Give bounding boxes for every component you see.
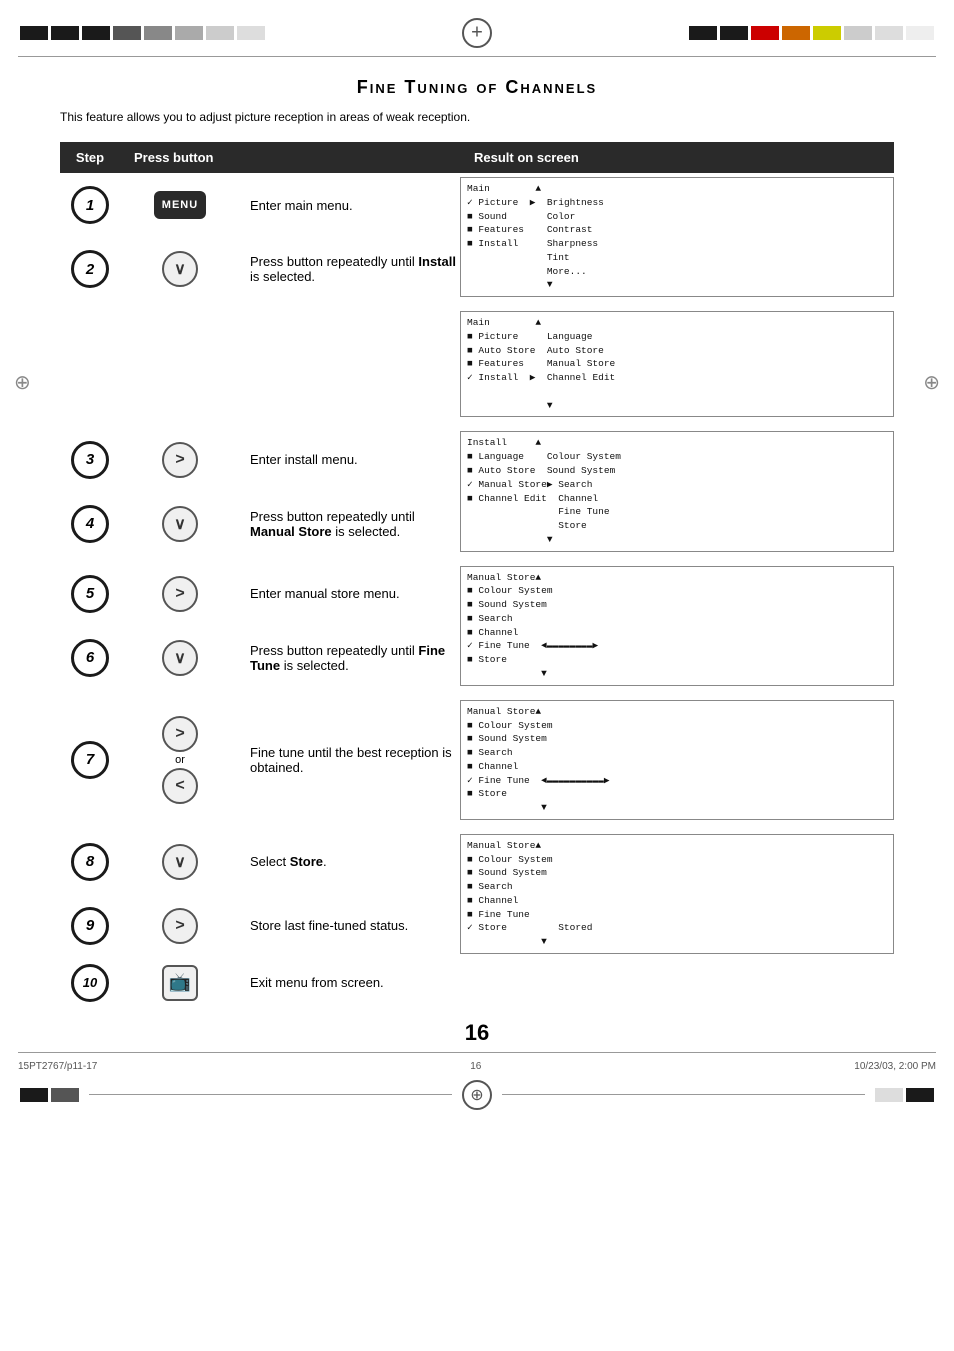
bottom-crosshair-icon: ⊕ (462, 1080, 492, 1110)
step-button-6: ∨ (120, 626, 240, 690)
step-desc-4: Press button repeatedly until Manual Sto… (240, 492, 460, 556)
footer-right: 10/23/03, 2:00 PM (854, 1061, 936, 1072)
right-button-5[interactable]: > (162, 576, 198, 612)
step-desc-3: Enter install menu. (240, 427, 460, 491)
step-button-8: ∨ (120, 830, 240, 894)
page-number: 16 (60, 1020, 894, 1046)
screen-display-3: Install ▲ ■ Language Colour System ■ Aut… (460, 431, 894, 551)
table-row: 8 ∨ Select Store. Manual Store▲ ■ Colour… (60, 830, 894, 894)
screen-5: Manual Store▲ ■ Colour System ■ Sound Sy… (460, 562, 894, 690)
step-button-1: MENU (120, 173, 240, 237)
step-desc-6: Press button repeatedly until Fine Tune … (240, 626, 460, 690)
instruction-table: Step Press button Result on screen 1 MEN… (60, 142, 894, 1002)
right-bars (689, 26, 934, 40)
screen-1: Main ▲ ✓ Picture ▶ Brightness ■ Sound Co… (460, 173, 894, 301)
down-button-8[interactable]: ∨ (162, 844, 198, 880)
left-button-7[interactable]: < (162, 768, 198, 804)
step-circle-2: 2 (71, 250, 109, 288)
right-button-7[interactable]: > (162, 716, 198, 752)
step-desc-10: Exit menu from screen. (240, 964, 460, 1002)
footer-left: 15PT2767/p11-17 (18, 1061, 97, 1072)
menu-button[interactable]: MENU (154, 191, 206, 219)
table-header: Step Press button Result on screen (60, 142, 894, 173)
screen-display-5: Manual Store▲ ■ Colour System ■ Sound Sy… (460, 566, 894, 686)
step-circle-7: 7 (71, 741, 109, 779)
step-circle-9: 9 (71, 907, 109, 945)
bottom-divider (18, 1052, 936, 1053)
step-desc-1: Enter main menu. (240, 173, 460, 237)
table-row: Main ▲ ■ Picture Language ■ Auto Store A… (60, 307, 894, 421)
right-button-9[interactable]: > (162, 908, 198, 944)
step-button-7: > or < (120, 696, 240, 824)
step-button-4: ∨ (120, 492, 240, 556)
step-number-8: 8 (60, 830, 120, 894)
step-button-10: 📺 (120, 964, 240, 1002)
table-row: 5 > Enter manual store menu. Manual Stor… (60, 562, 894, 626)
step-button-5: > (120, 562, 240, 626)
or-label: or (175, 754, 185, 766)
step-circle-1: 1 (71, 186, 109, 224)
screen-display-1: Main ▲ ✓ Picture ▶ Brightness ■ Sound Co… (460, 177, 894, 297)
header-press: Press button (120, 142, 460, 173)
step-circle-10: 10 (71, 964, 109, 1002)
step-button-9: > (120, 894, 240, 958)
step-circle-3: 3 (71, 441, 109, 479)
right-compass-icon: ⊕ (923, 370, 940, 395)
footer-center: 16 (470, 1061, 481, 1072)
screen-display-7: Manual Store▲ ■ Colour System ■ Sound Sy… (460, 700, 894, 820)
step-circle-8: 8 (71, 843, 109, 881)
page-title: Fine Tuning of Channels (60, 77, 894, 98)
step-number-7: 7 (60, 696, 120, 824)
step-number-4: 4 (60, 492, 120, 556)
tv-button[interactable]: 📺 (162, 965, 198, 1001)
step-number-9: 9 (60, 894, 120, 958)
step-desc-5: Enter manual store menu. (240, 562, 460, 626)
step-button-2: ∨ (120, 237, 240, 301)
step-number-1: 1 (60, 173, 120, 237)
left-compass-icon: ⊕ (14, 370, 31, 395)
step-circle-4: 4 (71, 505, 109, 543)
header-step: Step (60, 142, 120, 173)
step-desc-8: Select Store. (240, 830, 460, 894)
top-decorative-bar (0, 0, 954, 48)
step-circle-5: 5 (71, 575, 109, 613)
main-content: Fine Tuning of Channels This feature all… (0, 57, 954, 1046)
bottom-decorative-bar: ⊕ (0, 1072, 954, 1118)
footer: 15PT2767/p11-17 16 10/23/03, 2:00 PM (0, 1061, 954, 1072)
table-row: 10 📺 Exit menu from screen. (60, 964, 894, 1002)
step-desc-7: Fine tune until the best reception is ob… (240, 696, 460, 824)
screen-display-8: Manual Store▲ ■ Colour System ■ Sound Sy… (460, 834, 894, 954)
step-desc-2: Press button repeatedly until Install is… (240, 237, 460, 301)
table-row: 1 MENU Enter main menu. Main ▲ ✓ Picture… (60, 173, 894, 237)
left-bars (20, 26, 265, 40)
screen-10 (460, 964, 894, 1002)
screen-2: Main ▲ ■ Picture Language ■ Auto Store A… (460, 307, 894, 421)
step-circle-6: 6 (71, 639, 109, 677)
step-number-3: 3 (60, 427, 120, 491)
step-number-5: 5 (60, 562, 120, 626)
screen-7: Manual Store▲ ■ Colour System ■ Sound Sy… (460, 696, 894, 824)
step-number-10: 10 (60, 964, 120, 1002)
step-number-6: 6 (60, 626, 120, 690)
step-desc-9: Store last fine-tuned status. (240, 894, 460, 958)
table-row: 3 > Enter install menu. Install ▲ ■ Lang… (60, 427, 894, 491)
step-number-2: 2 (60, 237, 120, 301)
table-row: 7 > or < Fine tune until the best recept… (60, 696, 894, 824)
subtitle: This feature allows you to adjust pictur… (60, 110, 894, 124)
screen-display-2: Main ▲ ■ Picture Language ■ Auto Store A… (460, 311, 894, 417)
header-result: Result on screen (460, 142, 894, 173)
right-button-3[interactable]: > (162, 442, 198, 478)
down-button-4[interactable]: ∨ (162, 506, 198, 542)
down-button-6[interactable]: ∨ (162, 640, 198, 676)
center-crosshair (462, 18, 492, 48)
down-button-2[interactable]: ∨ (162, 251, 198, 287)
screen-3: Install ▲ ■ Language Colour System ■ Aut… (460, 427, 894, 555)
step-button-3: > (120, 427, 240, 491)
screen-8: Manual Store▲ ■ Colour System ■ Sound Sy… (460, 830, 894, 958)
